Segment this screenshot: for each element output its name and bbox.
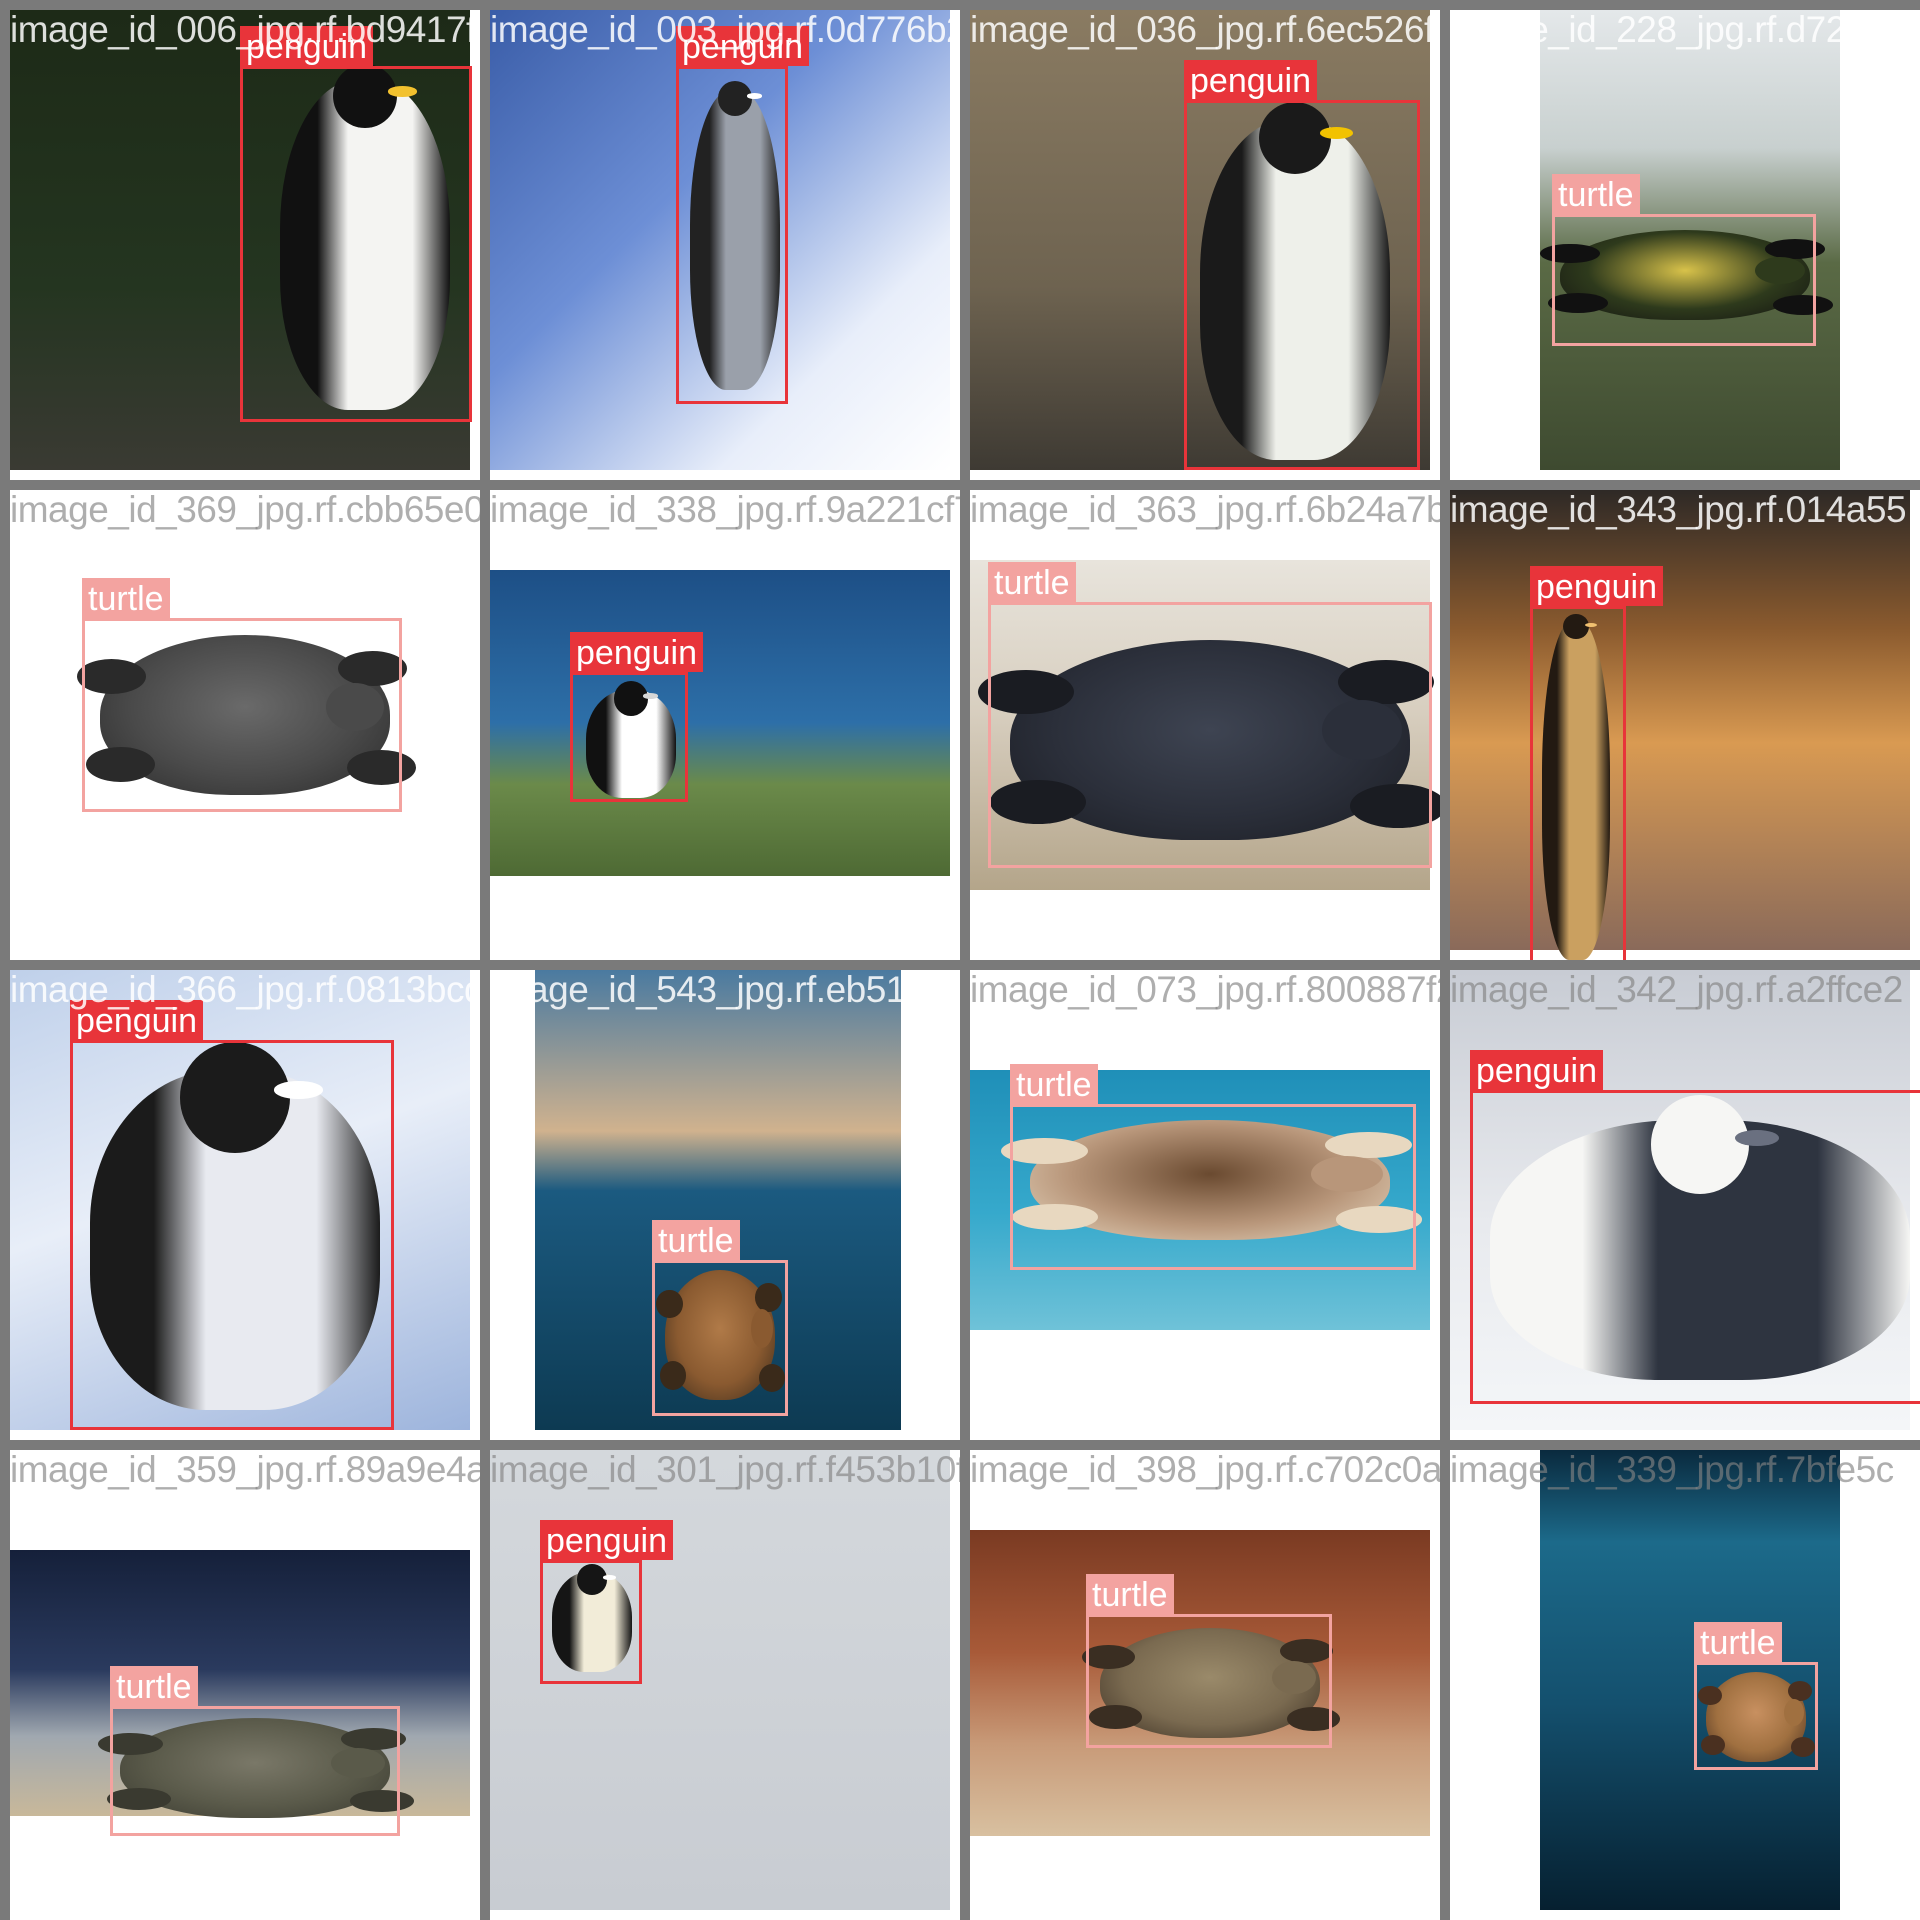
detection-label: penguin [1530, 566, 1664, 606]
mosaic-tile: turtle image_id_228_jpg.rf.d727f1 [1450, 10, 1920, 480]
detection-label: penguin [1184, 60, 1318, 100]
bounding-box-turtle [988, 602, 1432, 868]
tile-filename: image_id_543_jpg.rf.eb51d0bad35ba7381131 [490, 970, 960, 1010]
detection-label: turtle [1552, 174, 1640, 214]
detection-label: penguin [540, 1520, 674, 1560]
bounding-box-turtle [652, 1260, 788, 1416]
bounding-box-turtle [1086, 1614, 1332, 1748]
mosaic-tile: penguinimage_id_366_jpg.rf.0813bcdb5a7a5… [10, 970, 480, 1440]
bounding-box-penguin [570, 672, 688, 802]
tile-filename: image_id_343_jpg.rf.014a55 [1450, 490, 1907, 530]
bounding-box-penguin [1470, 1090, 1920, 1404]
tile-filename: image_id_359_jpg.rf.89a9e4a1da3076456dc [10, 1450, 480, 1490]
detection-label: turtle [1086, 1574, 1174, 1614]
detection-label: turtle [1694, 1622, 1782, 1662]
detection-label: penguin [1470, 1050, 1604, 1090]
tile-filename: image_id_398_jpg.rf.c702c0a55e21deb397 [970, 1450, 1440, 1490]
mosaic-tile: penguinimage_id_003_jpg.rf.0d776b24a1e30… [490, 10, 960, 480]
mosaic-tile: penguin image_id_036_jpg.rf.6ec526fffe6e4… [970, 10, 1440, 480]
bounding-box-penguin [1530, 606, 1626, 960]
detection-label: penguin [570, 632, 704, 672]
bounding-box-penguin [70, 1040, 394, 1430]
detection-label: turtle [652, 1220, 740, 1260]
detection-label: turtle [988, 562, 1076, 602]
bounding-box-turtle [1010, 1104, 1416, 1270]
tile-filename: image_id_363_jpg.rf.6b24a7b4e584307593 [970, 490, 1440, 530]
mosaic-tile: penguin image_id_301_jpg.rf.f453b10fb2fd0… [490, 1450, 960, 1920]
mosaic-tile: turtle image_id_543_jpg.rf.eb51d0bad35ba7… [490, 970, 960, 1440]
mosaic-tile: penguin image_id_343_jpg.rf.014a55 [1450, 490, 1920, 960]
bounding-box-turtle [110, 1706, 400, 1836]
tile-photo [490, 570, 950, 876]
mosaic-tile: turtle image_id_339_jpg.rf.7bfe5c [1450, 1450, 1920, 1920]
bounding-box-penguin [1184, 100, 1420, 470]
mosaic-tile: turtle image_id_359_jpg.rf.89a9e4a1da3076… [10, 1450, 480, 1920]
tile-photo [1450, 490, 1910, 950]
tile-filename: image_id_301_jpg.rf.f453b10fb2fd08be429c [490, 1450, 960, 1490]
detection-label: turtle [82, 578, 170, 618]
tile-filename: image_id_369_jpg.rf.cbb65e02592da3337d88 [10, 490, 480, 530]
tile-filename: image_id_338_jpg.rf.9a221cf7aeb373227 [490, 490, 960, 530]
mosaic-tile: turtle image_id_398_jpg.rf.c702c0a55e21de… [970, 1450, 1440, 1920]
bounding-box-penguin [676, 66, 788, 404]
mosaic-tile: turtle image_id_369_jpg.rf.cbb65e02592da3… [10, 490, 480, 960]
tile-filename: image_id_342_jpg.rf.a2ffce2 [1450, 970, 1903, 1010]
mosaic-tile: turtle image_id_073_jpg.rf.800887f22054b6… [970, 970, 1440, 1440]
bounding-box-penguin [540, 1560, 642, 1684]
mosaic-tile: turtle image_id_363_jpg.rf.6b24a7b4e58430… [970, 490, 1440, 960]
mosaic-tile: penguin image_id_338_jpg.rf.9a221cf7aeb37… [490, 490, 960, 960]
bounding-box-turtle [82, 618, 402, 812]
mosaic-tile: penguin image_id_342_jpg.rf.a2ffce2 [1450, 970, 1920, 1440]
detection-label: turtle [1010, 1064, 1098, 1104]
tile-filename: image_id_339_jpg.rf.7bfe5c [1450, 1450, 1894, 1490]
detection-mosaic: penguin image_id_006_jpg.rf.bd9417f79a8f8… [0, 0, 1920, 1920]
tile-filename: image_id_003_jpg.rf.0d776b24a1e30b6392 [490, 10, 960, 50]
detection-label: turtle [110, 1666, 198, 1706]
tile-filename: image_id_073_jpg.rf.800887f22054b634497 [970, 970, 1440, 1010]
tile-filename: image_id_006_jpg.rf.bd9417f79a8f803f8bb [10, 10, 480, 50]
bounding-box-turtle [1552, 214, 1816, 346]
bounding-box-penguin [240, 66, 472, 422]
tile-filename: image_id_366_jpg.rf.0813bcdb5a7a5fd5054 [10, 970, 480, 1010]
tile-filename: image_id_036_jpg.rf.6ec526fffe6e43e2201e [970, 10, 1440, 50]
bounding-box-turtle [1694, 1662, 1818, 1770]
mosaic-tile: penguinimage_id_006_jpg.rf.bd9417f79a8f8… [10, 10, 480, 480]
tile-filename: image_id_228_jpg.rf.d727f1 [1450, 10, 1896, 50]
